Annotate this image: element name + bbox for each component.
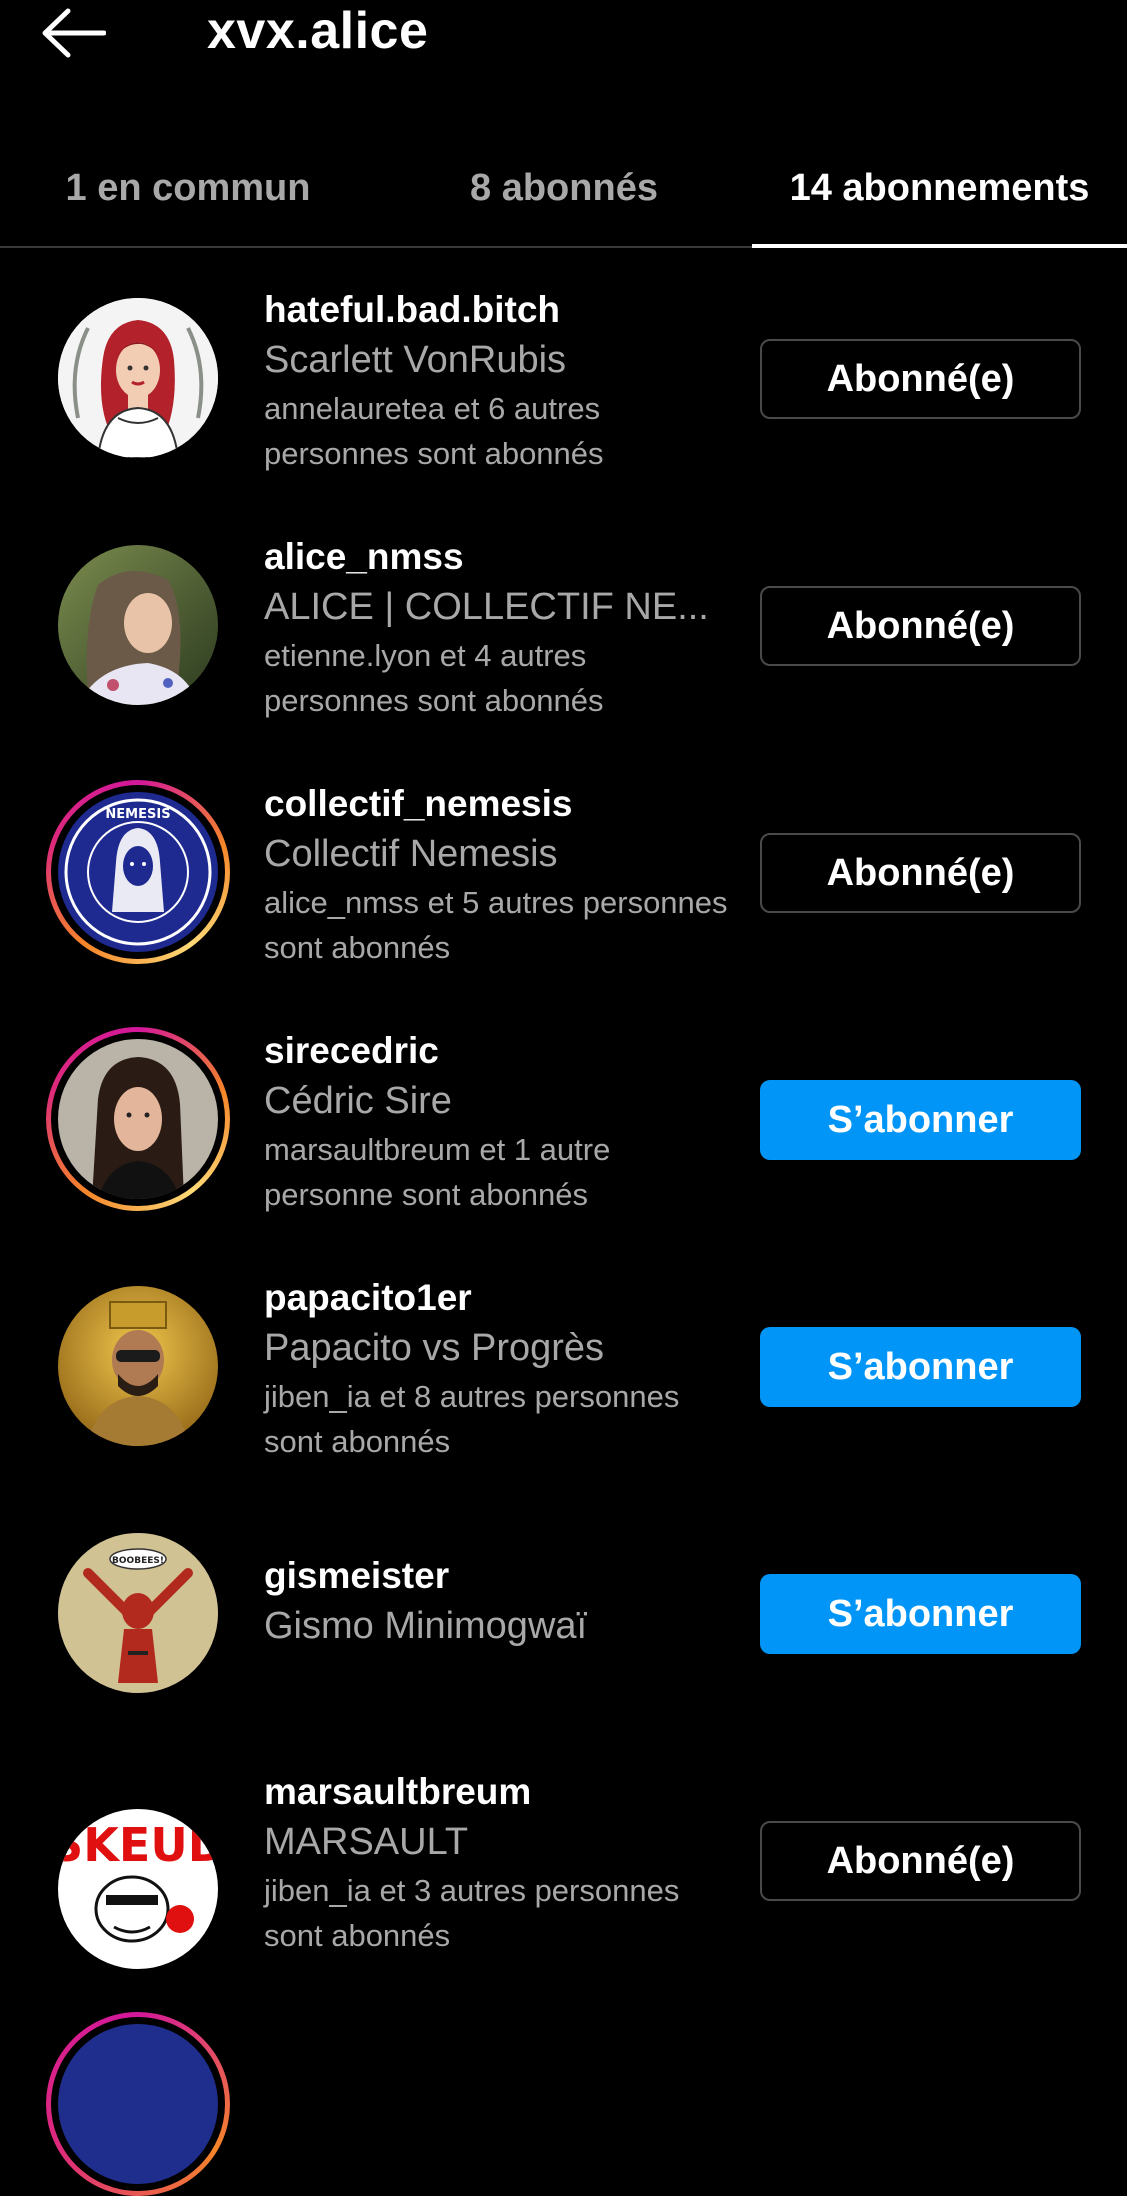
follow-button[interactable]: S’abonner	[760, 1327, 1081, 1407]
account-info[interactable]: papacito1er Papacito vs Progrès jiben_ia…	[264, 1274, 734, 1464]
back-button[interactable]	[40, 0, 120, 66]
full-name: Collectif Nemesis	[264, 833, 558, 875]
story-ring[interactable]: NEMESIS	[46, 780, 230, 964]
list-item[interactable]: sirecedric Cédric Sire marsaultbreum et …	[0, 989, 1127, 1236]
svg-text:NEMESIS: NEMESIS	[105, 807, 170, 822]
avatar-illustration: BOOBEES!	[58, 1533, 218, 1693]
full-name: Scarlett VonRubis	[264, 339, 567, 381]
account-info[interactable]: collectif_nemesis Collectif Nemesis alic…	[264, 780, 734, 970]
account-info[interactable]: gismeister Gismo Minimogwaï	[264, 1552, 734, 1652]
list-item[interactable]: hateful.bad.bitch Scarlett VonRubis anne…	[0, 248, 1127, 495]
tab-mutual[interactable]: 1 en commun	[0, 130, 376, 246]
avatar[interactable]: SKEUD	[58, 1809, 218, 1969]
username: marsaultbreum	[264, 1771, 532, 1812]
avatar[interactable]: BOOBEES!	[58, 1533, 218, 1693]
account-info[interactable]: sirecedric Cédric Sire marsaultbreum et …	[264, 1027, 734, 1217]
svg-text:SKEUD: SKEUD	[58, 1818, 218, 1872]
avatar: NEMESIS	[58, 792, 218, 952]
avatar	[58, 2024, 218, 2184]
full-name: Gismo Minimogwaï	[264, 1605, 588, 1647]
avatar-illustration	[58, 298, 218, 458]
list-item[interactable]: alice_nmss ALICE | COLLECTIF NE... etien…	[0, 495, 1127, 742]
mutual-followers: alice_nmss et 5 autres personnes sont ab…	[264, 885, 728, 965]
username: hateful.bad.bitch	[264, 289, 560, 330]
story-ring[interactable]	[46, 1027, 230, 1211]
tab-followers[interactable]: 8 abonnés	[376, 130, 752, 246]
account-info[interactable]: alice_nmss ALICE | COLLECTIF NE... etien…	[264, 533, 734, 723]
avatar[interactable]	[58, 298, 218, 458]
full-name: Cédric Sire	[264, 1080, 452, 1122]
mutual-followers: annelauretea et 6 autres personnes sont …	[264, 391, 604, 471]
avatar[interactable]	[58, 1286, 218, 1446]
story-ring[interactable]	[46, 2012, 230, 2196]
avatar[interactable]	[58, 545, 218, 705]
avatar-logo: NEMESIS	[58, 792, 218, 952]
follow-button[interactable]: S’abonner	[760, 1574, 1081, 1654]
avatar-photo	[58, 1039, 218, 1199]
full-name: Papacito vs Progrès	[264, 1327, 605, 1369]
following-button[interactable]: Abonné(e)	[760, 339, 1081, 419]
top-bar: xvx.alice	[0, 0, 1127, 80]
mutual-followers: marsaultbreum et 1 autre personne sont a…	[264, 1132, 611, 1212]
following-button[interactable]: Abonné(e)	[760, 586, 1081, 666]
username: alice_nmss	[264, 536, 464, 577]
page-title: xvx.alice	[207, 2, 429, 60]
list-item[interactable]: NEMESIS collectif_nemesis Collectif Neme…	[0, 742, 1127, 989]
tab-bar: 1 en commun 8 abonnés 14 abonnements	[0, 130, 1127, 248]
following-button[interactable]: Abonné(e)	[760, 833, 1081, 913]
avatar	[58, 1039, 218, 1199]
account-info[interactable]: marsaultbreum MARSAULT jiben_ia et 3 aut…	[264, 1768, 734, 1958]
username: gismeister	[264, 1555, 450, 1596]
username: sirecedric	[264, 1030, 439, 1071]
full-name: ALICE | COLLECTIF NE...	[264, 586, 709, 628]
username: collectif_nemesis	[264, 783, 573, 824]
following-button[interactable]: Abonné(e)	[760, 1821, 1081, 1901]
list-item[interactable]: papacito1er Papacito vs Progrès jiben_ia…	[0, 1236, 1127, 1483]
list-item[interactable]: BOOBEES! gismeister Gismo Minimogwaï S’a…	[0, 1483, 1127, 1730]
list-item[interactable]: SKEUD marsaultbreum MARSAULT jiben_ia et…	[0, 1730, 1127, 1977]
following-list: hateful.bad.bitch Scarlett VonRubis anne…	[0, 248, 1127, 1977]
avatar-photo	[58, 1286, 218, 1446]
mutual-followers: etienne.lyon et 4 autres personnes sont …	[264, 638, 604, 718]
arrow-left-icon	[42, 8, 106, 58]
mutual-followers: jiben_ia et 8 autres personnes sont abon…	[264, 1379, 680, 1459]
svg-text:BOOBEES!: BOOBEES!	[112, 1556, 164, 1566]
username: papacito1er	[264, 1277, 472, 1318]
avatar-photo	[58, 545, 218, 705]
avatar-illustration: SKEUD	[58, 1809, 218, 1969]
full-name: MARSAULT	[264, 1821, 469, 1863]
account-info[interactable]: hateful.bad.bitch Scarlett VonRubis anne…	[264, 286, 734, 476]
tab-following[interactable]: 14 abonnements	[752, 130, 1127, 248]
follow-button[interactable]: S’abonner	[760, 1080, 1081, 1160]
mutual-followers: jiben_ia et 3 autres personnes sont abon…	[264, 1873, 680, 1953]
